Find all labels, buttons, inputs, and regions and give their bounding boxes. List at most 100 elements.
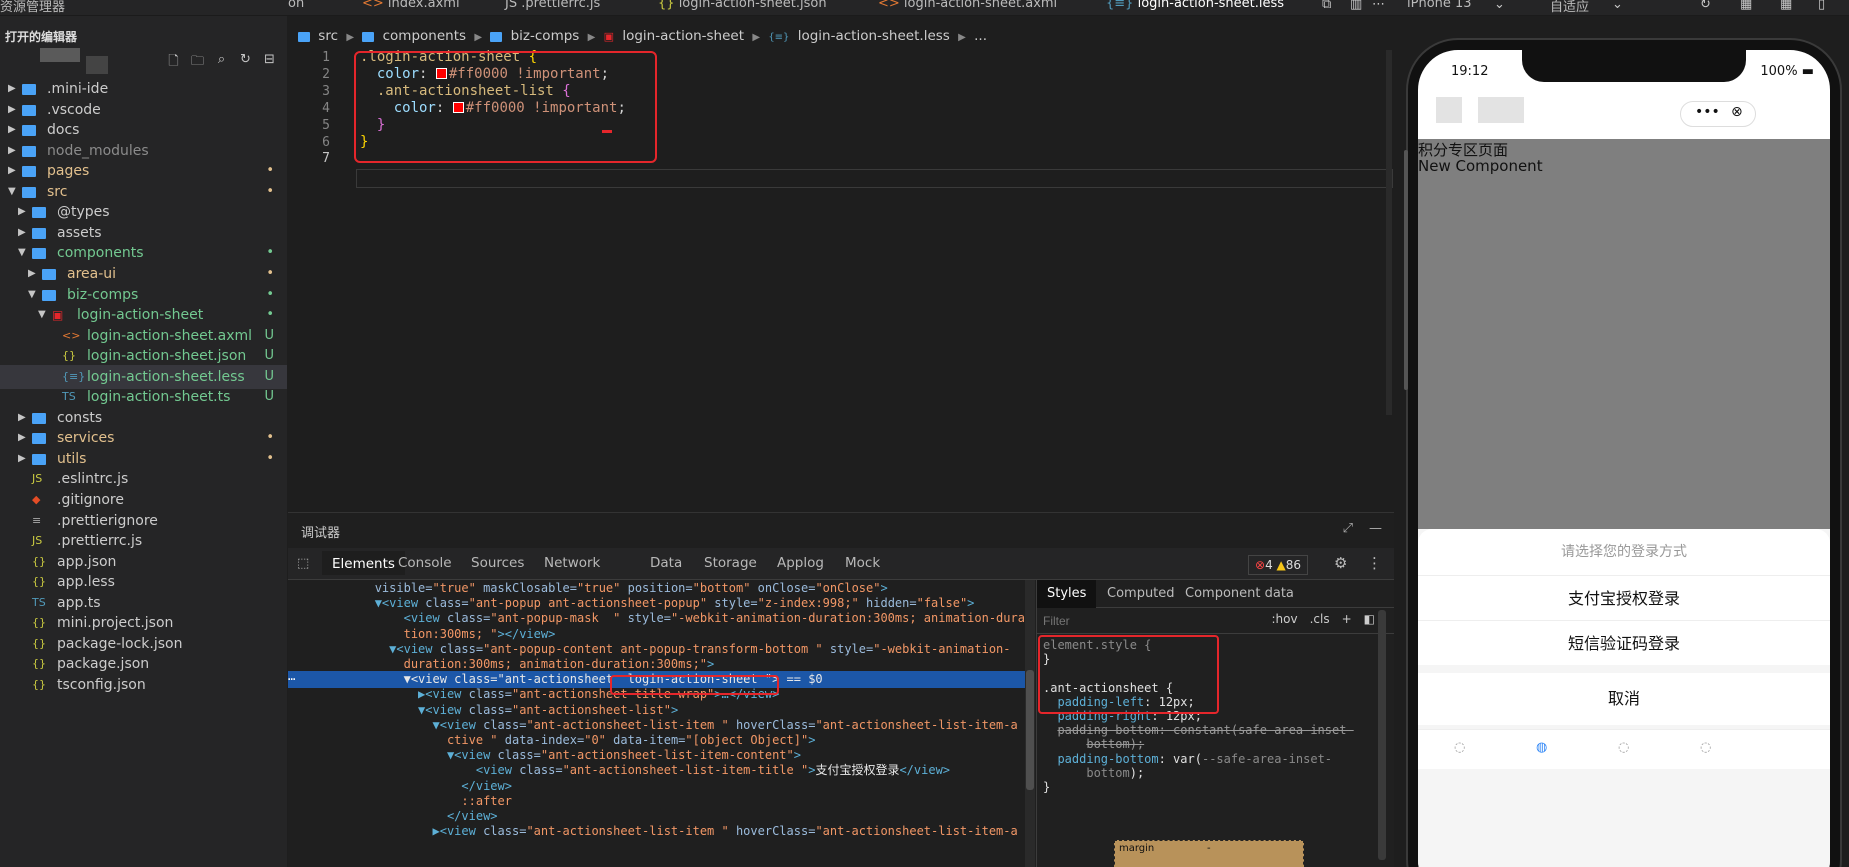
more-icon[interactable]: ⋯ xyxy=(1372,0,1385,12)
dom-node-row[interactable]: ▶<view class="ant-actionsheet-list-item … xyxy=(288,823,1025,840)
device-select[interactable]: iPhone 13 xyxy=(1407,0,1472,11)
dom-token: onClose= xyxy=(750,581,816,595)
css-rule-line[interactable]: padding-bottom: constant(safe-area-inset… xyxy=(1043,723,1353,738)
refresh-icon[interactable]: ↻ xyxy=(238,52,253,74)
breadcrumb-file[interactable]: login-action-sheet.less xyxy=(798,28,950,44)
hov-toggle[interactable]: :hov xyxy=(1272,612,1298,626)
tab-styles[interactable]: Styles xyxy=(1037,580,1097,608)
cancel-button[interactable]: 取消 xyxy=(1418,673,1830,725)
expand-icon[interactable]: ⤢ xyxy=(1343,521,1353,536)
new-file-icon[interactable]: 🗋 xyxy=(166,52,181,74)
explorer-title: 资源管理器 xyxy=(0,0,66,15)
styles-tab-bar: Styles Computed Component data xyxy=(1037,580,1395,608)
tab-prettierrc[interactable]: JS .prettierrc.js xyxy=(505,0,600,11)
zoom-select[interactable]: 自适应 xyxy=(1550,0,1589,15)
qr-icon[interactable]: ▦ xyxy=(1780,0,1792,12)
dom-token: "ant-actionsheet-list-item-title " xyxy=(562,763,809,778)
open-editors-header[interactable]: 打开的编辑器 xyxy=(5,28,77,45)
more-icon[interactable]: ••• xyxy=(1695,104,1720,120)
tab-partial[interactable]: on xyxy=(288,0,304,11)
elements-scrollbar[interactable] xyxy=(1025,580,1035,867)
breadcrumb-components[interactable]: components xyxy=(383,28,466,44)
add-rule-button[interactable]: + xyxy=(1342,612,1352,626)
new-folder-icon[interactable]: 🗀 xyxy=(190,52,205,74)
breadcrumb-login-action-sheet[interactable]: login-action-sheet xyxy=(622,28,744,44)
dom-token: ></view> xyxy=(497,626,556,641)
issues-badge[interactable]: ⊗4 ▲86 xyxy=(1248,555,1309,575)
tab-icon-1[interactable]: ◌ xyxy=(1454,740,1465,755)
layout-icon[interactable]: ▥ xyxy=(1350,0,1362,12)
dom-token: "-webkit-animation-duration:300ms; anima… xyxy=(670,611,1025,626)
tab-data[interactable]: Data xyxy=(650,555,682,579)
axml-file-icon: <> xyxy=(362,0,388,11)
phone-icon[interactable]: ▯ xyxy=(1818,0,1825,12)
toggle-sidebar-icon[interactable]: ◧ xyxy=(1364,612,1375,626)
top-tab-bar: 资源管理器 on <> index.axml JS .prettierrc.js… xyxy=(0,0,1849,16)
tab-console[interactable]: Console xyxy=(398,555,452,579)
split-editor-icon[interactable]: ⧉ xyxy=(1322,0,1331,12)
sms-login-option[interactable]: 短信验证码登录 xyxy=(1418,620,1830,665)
tab-sources[interactable]: Sources xyxy=(471,555,524,579)
cls-toggle[interactable]: .cls xyxy=(1310,612,1330,626)
inspect-element-icon[interactable]: ⬚ xyxy=(297,556,309,571)
tab-mock[interactable]: Mock xyxy=(845,555,880,579)
dom-token: > xyxy=(808,733,816,747)
dom-token: ▼<view xyxy=(374,596,426,611)
tab-network[interactable]: Network xyxy=(544,555,600,579)
tab-login-axml[interactable]: <> login-action-sheet.axml xyxy=(878,0,1057,11)
tab-computed[interactable]: Computed xyxy=(1107,586,1175,601)
css-rule-line[interactable]: } xyxy=(1043,780,1050,795)
filter-actions: :hov .cls + ◧ xyxy=(1272,612,1376,626)
minimize-icon[interactable]: — xyxy=(1369,521,1382,536)
dom-token: "0" xyxy=(584,733,606,747)
chevron-down-icon[interactable]: ⌄ xyxy=(1494,0,1505,12)
warning-icon: ▲ xyxy=(1276,558,1286,572)
tab-applog[interactable]: Applog xyxy=(777,555,824,579)
collapse-all-icon[interactable]: ⊟ xyxy=(262,52,277,74)
breadcrumb: src ▶ components ▶ biz-comps ▶ ▣ login-a… xyxy=(298,28,991,48)
json-file-icon: {} xyxy=(658,0,679,11)
debugger-panel: 调试器 ⤢ — ⬚ Elements Console Sources Netwo… xyxy=(288,512,1395,867)
debugger-title: 调试器 xyxy=(301,526,341,541)
editor-scrollbar[interactable] xyxy=(1386,50,1392,415)
dom-token: ▼<view xyxy=(432,717,484,732)
css-rule-line[interactable]: bottom); xyxy=(1043,766,1144,781)
chevron-down-icon[interactable]: ⌄ xyxy=(1612,0,1623,12)
error-icon: ⊗ xyxy=(1255,558,1266,572)
breadcrumb-biz-comps[interactable]: biz-comps xyxy=(511,28,580,44)
file-item[interactable]: {} tsconfig.json xyxy=(0,673,287,697)
css-rule-line[interactable]: padding-bottom: var(--safe-area-inset- xyxy=(1043,752,1332,767)
simulator-scrollbar[interactable] xyxy=(1404,150,1408,390)
search-icon[interactable]: ⌕ xyxy=(214,52,229,74)
dom-token: position= xyxy=(620,581,693,595)
css-token: bottom); xyxy=(1086,737,1145,752)
refresh-icon[interactable]: ↻ xyxy=(1700,0,1711,12)
filter-input[interactable] xyxy=(1043,612,1193,630)
elements-tree[interactable]: visible="true" maskClosable="true" posit… xyxy=(288,580,1025,867)
close-icon[interactable]: ⊗ xyxy=(1731,104,1743,120)
tab-login-json[interactable]: {} login-action-sheet.json xyxy=(658,0,827,11)
breadcrumb-more[interactable]: ... xyxy=(974,28,987,44)
kebab-menu-icon[interactable]: ⋮ xyxy=(1367,554,1382,572)
row-menu-icon[interactable]: ⋯ xyxy=(288,672,310,686)
alipay-login-option[interactable]: 支付宝授权登录 xyxy=(1418,575,1830,620)
grid-icon[interactable]: ▦ xyxy=(1740,0,1752,12)
tab-icon-3[interactable]: ◌ xyxy=(1618,740,1629,755)
gear-icon[interactable]: ⚙ xyxy=(1334,554,1347,572)
dom-token: class= xyxy=(519,763,563,778)
tab-index-axml[interactable]: <> index.axml xyxy=(362,0,460,11)
styles-scrollbar[interactable] xyxy=(1378,610,1386,860)
breadcrumb-src[interactable]: src xyxy=(318,28,338,44)
tab-icon-2[interactable]: ◍ xyxy=(1536,740,1547,755)
tab-icon-4[interactable]: ◌ xyxy=(1700,740,1711,755)
css-token xyxy=(1043,737,1086,751)
css-rule-line[interactable]: bottom); xyxy=(1043,737,1144,752)
dom-token: "ant-actionsheet-list-item-a xyxy=(815,824,1018,839)
tab-component-data[interactable]: Component data xyxy=(1185,586,1294,601)
tab-login-less[interactable]: {≡} login-action-sheet.less xyxy=(1106,0,1284,11)
tab-storage[interactable]: Storage xyxy=(704,555,757,579)
scroll-thumb[interactable] xyxy=(1026,670,1034,790)
tab-elements[interactable]: Elements xyxy=(322,551,405,575)
dom-token: </view> xyxy=(461,778,512,793)
redacted-block xyxy=(86,56,108,74)
